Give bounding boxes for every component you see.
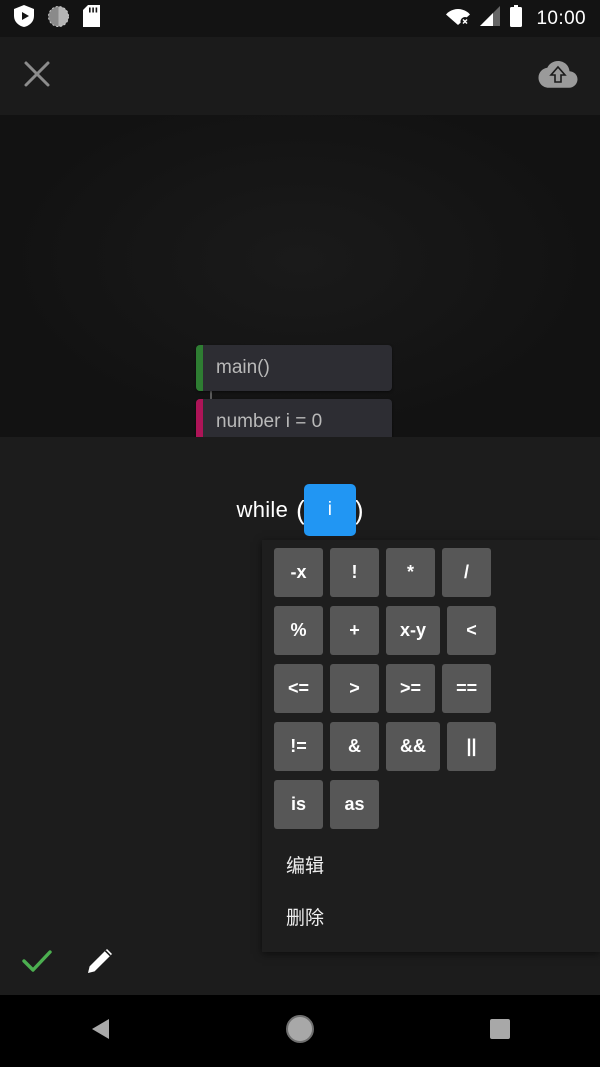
operator-button-greater-equal[interactable]: >= xyxy=(386,664,436,713)
operator-row: is as xyxy=(274,780,600,829)
operator-button-is[interactable]: is xyxy=(274,780,323,829)
operator-button-logical-and[interactable]: && xyxy=(386,722,440,771)
recents-square-icon xyxy=(489,1018,511,1045)
edit-button[interactable] xyxy=(86,947,114,980)
operator-popup-menu: -x ! * / % + x-y < <= > >= == != & && ||… xyxy=(262,540,600,952)
wifi-off-icon xyxy=(446,6,471,31)
status-bar: 10:00 xyxy=(0,0,600,37)
operator-button-plus[interactable]: + xyxy=(330,606,379,655)
expression-selected-token[interactable]: i xyxy=(303,484,356,536)
nav-recents-button[interactable] xyxy=(400,995,600,1067)
operator-button-less-equal[interactable]: <= xyxy=(274,664,324,713)
nav-home-button[interactable] xyxy=(200,995,400,1067)
operator-button-greater-than[interactable]: > xyxy=(330,664,380,713)
operator-button-multiply[interactable]: * xyxy=(386,548,435,597)
shield-play-icon xyxy=(14,5,34,32)
operator-button-logical-or[interactable]: || xyxy=(447,722,496,771)
operator-button-divide[interactable]: / xyxy=(442,548,491,597)
menu-item-delete[interactable]: 删除 xyxy=(262,890,600,942)
status-bar-clock: 10:00 xyxy=(536,7,586,29)
operator-row: -x ! * / xyxy=(274,548,600,597)
cloud-upload-icon xyxy=(538,59,578,94)
confirm-button[interactable] xyxy=(22,948,52,979)
code-block-main[interactable]: main() xyxy=(196,345,392,391)
operator-button-not-equal[interactable]: != xyxy=(274,722,323,771)
close-button[interactable] xyxy=(22,59,52,94)
operator-button-as[interactable]: as xyxy=(330,780,379,829)
operator-button-bitwise-and[interactable]: & xyxy=(330,722,379,771)
cellular-signal-icon xyxy=(480,6,501,31)
status-bar-left-icons xyxy=(14,5,100,32)
operator-button-modulo[interactable]: % xyxy=(274,606,323,655)
status-bar-right-icons: 10:00 xyxy=(446,5,586,32)
expression-close-paren: ) xyxy=(354,494,364,525)
code-block-label: number i = 0 xyxy=(216,411,323,432)
operator-button-less-than[interactable]: < xyxy=(447,606,497,655)
android-navigation-bar xyxy=(0,995,600,1067)
operator-row: <= > >= == xyxy=(274,664,600,713)
menu-item-edit[interactable]: 编辑 xyxy=(262,838,600,890)
operator-row: != & && || xyxy=(274,722,600,771)
nav-back-button[interactable] xyxy=(0,995,200,1067)
operator-button-neg-x[interactable]: -x xyxy=(274,548,323,597)
back-triangle-icon xyxy=(89,1017,111,1046)
sd-card-icon xyxy=(83,5,100,32)
operator-button-equals[interactable]: == xyxy=(442,664,492,713)
bottom-action-bar xyxy=(0,932,262,995)
upload-button[interactable] xyxy=(538,59,578,94)
expression-editor-row: while ( i ) xyxy=(0,484,600,536)
close-icon xyxy=(22,59,52,94)
operator-row: % + x-y < xyxy=(274,606,600,655)
block-connector xyxy=(210,391,212,399)
operator-grid: -x ! * / % + x-y < <= > >= == != & && ||… xyxy=(262,540,600,829)
app-screen: 10:00 main() number i = 0 while (i) -x… xyxy=(0,0,600,1067)
operator-button-subtract[interactable]: x-y xyxy=(386,606,441,655)
pencil-icon xyxy=(86,947,114,980)
program-canvas[interactable]: main() number i = 0 xyxy=(0,115,600,445)
battery-full-icon xyxy=(510,5,523,32)
block-accent-bar xyxy=(196,345,203,391)
check-icon xyxy=(22,948,52,979)
block-stack: main() number i = 0 xyxy=(196,345,392,445)
home-circle-icon xyxy=(285,1014,315,1049)
expression-keyword: while xyxy=(236,497,289,522)
operator-button-not[interactable]: ! xyxy=(330,548,379,597)
app-toolbar xyxy=(0,37,600,115)
sync-circle-icon xyxy=(48,5,69,32)
code-block-label: main() xyxy=(216,357,270,378)
